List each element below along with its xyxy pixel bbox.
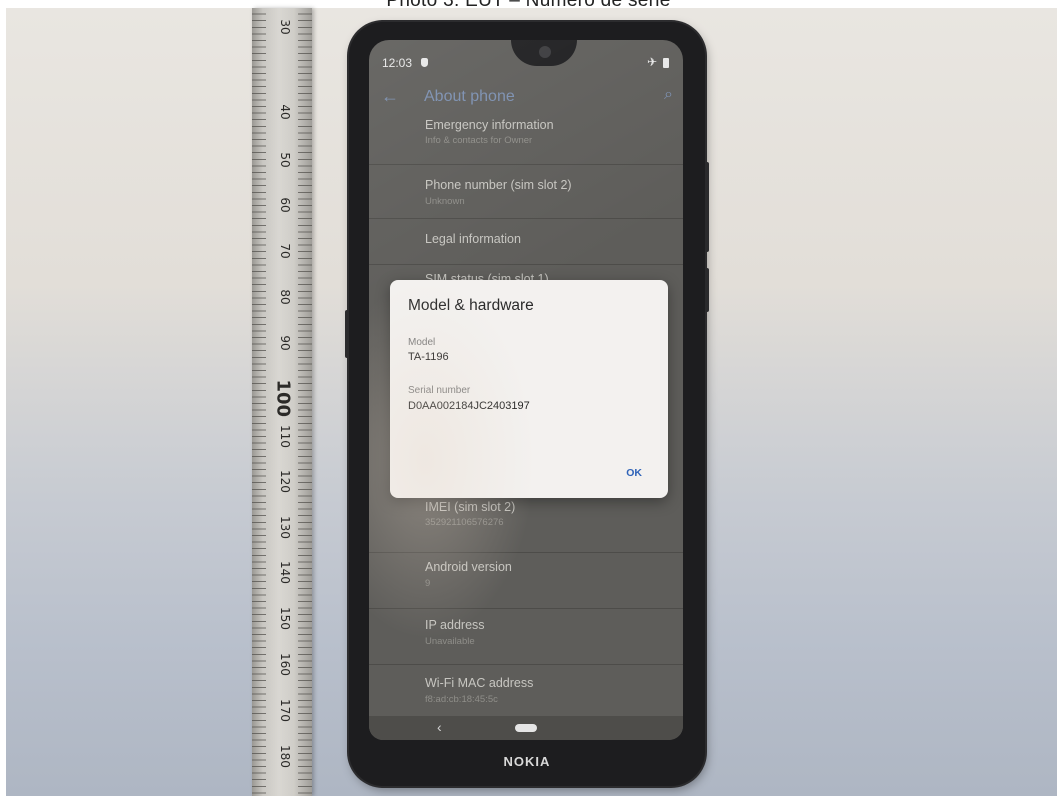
ruler-mark: 40 bbox=[278, 104, 292, 120]
phone-body: 12:03 ✈ ← About phone ⌕ Emergency inform… bbox=[345, 22, 709, 786]
ruler-mark: 160 bbox=[278, 653, 292, 676]
ruler-mark: 100 bbox=[272, 379, 294, 418]
power-button bbox=[705, 268, 709, 312]
ruler-mark: 50 bbox=[278, 152, 292, 168]
ruler-mark: 60 bbox=[278, 197, 292, 213]
airplane-mode-icon: ✈ bbox=[646, 55, 657, 69]
model-label: Model bbox=[408, 337, 436, 348]
list-item[interactable]: Android version 9 bbox=[369, 552, 683, 609]
model-value: TA-1196 bbox=[408, 351, 449, 363]
ruler-mark: 150 bbox=[278, 607, 292, 630]
ruler-mark: 90 bbox=[278, 335, 292, 351]
status-bar: 12:03 ✈ bbox=[369, 54, 683, 74]
navigation-bar: ‹ bbox=[369, 716, 683, 740]
list-item-title: Android version bbox=[425, 560, 512, 574]
photo-caption: Photo 3: EUT – Numéro de série bbox=[386, 0, 671, 11]
ruler-mark: 130 bbox=[278, 516, 292, 539]
list-item-title: Legal information bbox=[425, 232, 521, 246]
serial-number-label: Serial number bbox=[408, 385, 471, 396]
notification-icon bbox=[421, 58, 428, 67]
ruler: 30 40 50 60 70 80 90 100 110 120 130 140… bbox=[252, 8, 312, 796]
page-title: About phone bbox=[424, 88, 515, 105]
list-item[interactable]: Wi-Fi MAC address f8:ad:cb:18:45:5c bbox=[369, 664, 683, 716]
status-time: 12:03 bbox=[382, 56, 413, 70]
battery-icon bbox=[663, 58, 669, 68]
serial-number-value: D0AA002184JC2403197 bbox=[408, 400, 530, 412]
app-bar: ← About phone ⌕ bbox=[369, 84, 683, 116]
model-hardware-dialog: Model & hardware Model TA-1196 Serial nu… bbox=[390, 280, 668, 498]
list-item[interactable]: Emergency information Info & contacts fo… bbox=[369, 116, 683, 165]
ruler-mark: 140 bbox=[278, 561, 292, 584]
list-item-subtitle: f8:ad:cb:18:45:5c bbox=[425, 694, 498, 705]
nav-home-pill-icon[interactable] bbox=[515, 724, 537, 732]
list-item-title: Wi-Fi MAC address bbox=[425, 676, 534, 690]
ruler-mark: 30 bbox=[278, 19, 292, 35]
dialog-title: Model & hardware bbox=[408, 297, 534, 314]
list-item-subtitle: Unknown bbox=[425, 196, 465, 207]
back-arrow-icon[interactable]: ← bbox=[381, 86, 399, 107]
ruler-mark: 120 bbox=[278, 470, 292, 493]
assistant-button bbox=[345, 310, 349, 358]
phone-screen: 12:03 ✈ ← About phone ⌕ Emergency inform… bbox=[369, 40, 683, 740]
ruler-mark: 80 bbox=[278, 289, 292, 305]
nav-back-icon[interactable]: ‹ bbox=[437, 719, 442, 735]
list-item-title: Emergency information bbox=[425, 118, 554, 132]
list-item[interactable]: IMEI (sim slot 2) 352921106576276 bbox=[369, 496, 683, 553]
list-item-title: IMEI (sim slot 2) bbox=[425, 500, 516, 514]
ruler-mark: 110 bbox=[278, 425, 292, 448]
list-item[interactable]: Phone number (sim slot 2) Unknown bbox=[369, 164, 683, 219]
list-item[interactable]: Legal information bbox=[369, 218, 683, 265]
list-item-title: Phone number (sim slot 2) bbox=[425, 178, 572, 192]
list-item[interactable]: IP address Unavailable bbox=[369, 608, 683, 665]
ruler-mark: 170 bbox=[278, 699, 292, 722]
volume-button bbox=[705, 162, 709, 252]
ok-button[interactable]: OK bbox=[626, 467, 642, 479]
brand-logo: NOKIA bbox=[503, 754, 551, 769]
list-item-subtitle: 9 bbox=[425, 578, 431, 589]
list-item-subtitle: Unavailable bbox=[425, 636, 475, 647]
list-item-subtitle: Info & contacts for Owner bbox=[425, 135, 533, 146]
list-item-subtitle: 352921106576276 bbox=[425, 517, 504, 528]
ruler-mark: 180 bbox=[278, 745, 292, 768]
ruler-mark: 70 bbox=[278, 243, 292, 259]
search-icon[interactable]: ⌕ bbox=[664, 86, 673, 104]
list-item-title: IP address bbox=[425, 618, 485, 632]
